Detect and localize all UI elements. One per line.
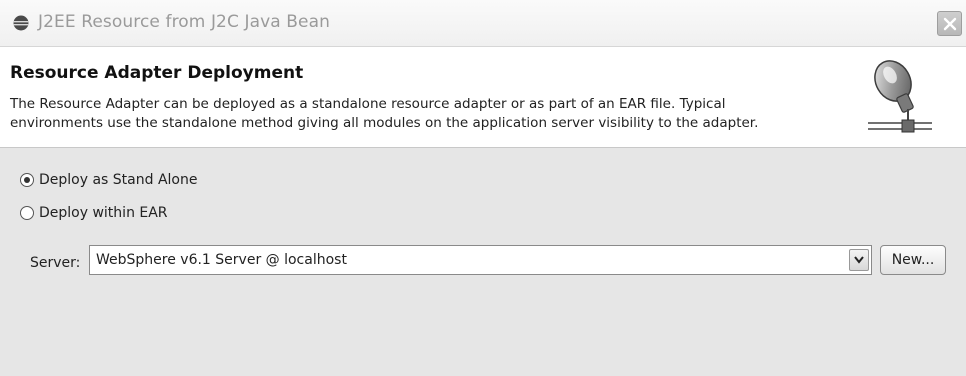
server-dropdown[interactable]: WebSphere v6.1 Server @ localhost [89,245,872,275]
radio-label: Deploy within EAR [39,205,168,221]
description-line: environments use the standalone method g… [10,115,759,131]
server-adapter-icon [862,59,934,137]
wizard-content: Deploy as Stand Alone Deploy within EAR … [0,148,966,376]
radio-label: Deploy as Stand Alone [39,172,198,188]
wizard-banner: Resource Adapter Deployment The Resource… [0,47,966,148]
close-button[interactable] [937,11,962,36]
server-label: Server: [30,255,81,271]
server-value: WebSphere v6.1 Server @ localhost [96,252,347,268]
description-line: The Resource Adapter can be deployed as … [10,96,726,112]
radio-button-checked[interactable] [20,173,34,187]
page-title: Resource Adapter Deployment [10,63,304,83]
title-bar: J2EE Resource from J2C Java Bean [0,0,966,47]
eclipse-icon [13,15,29,31]
window-title: J2EE Resource from J2C Java Bean [38,12,330,32]
page-description: The Resource Adapter can be deployed as … [10,95,830,133]
dropdown-button[interactable] [849,249,869,271]
close-icon [943,17,956,30]
deploy-standalone-option[interactable]: Deploy as Stand Alone [20,172,197,188]
new-server-button[interactable]: New... [880,245,946,275]
deploy-within-ear-option[interactable]: Deploy within EAR [20,205,168,221]
chevron-down-icon [854,256,864,264]
radio-button[interactable] [20,206,34,220]
dialog-window: J2EE Resource from J2C Java Bean Resourc… [0,0,966,376]
